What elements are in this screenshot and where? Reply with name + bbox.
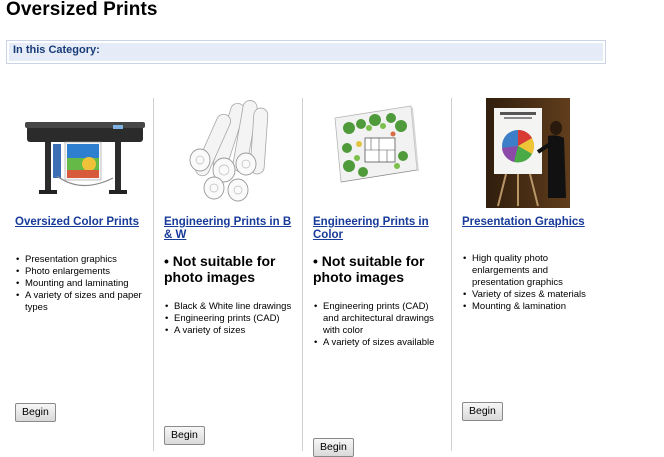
product-link-oversized-color[interactable]: Oversized Color Prints xyxy=(15,216,145,229)
feature-list: Presentation graphics Photo enlargements… xyxy=(15,254,145,314)
feature-item: A variety of sizes xyxy=(164,325,294,337)
product-link-engineering-bw[interactable]: Engineering Prints in B & W xyxy=(164,216,294,242)
not-suitable-warning: • Not suitable for photo images xyxy=(164,253,276,285)
category-label: In this Category: xyxy=(13,44,100,56)
begin-button[interactable]: Begin xyxy=(313,438,354,457)
large-format-printer-icon xyxy=(25,122,145,194)
feature-item: Variety of sizes & materials xyxy=(462,289,592,301)
feature-item: Black & White line drawings xyxy=(164,301,294,313)
page-title: Oversized Prints xyxy=(6,0,158,20)
feature-item: Presentation graphics xyxy=(15,254,145,266)
not-suitable-warning: • Not suitable for photo images xyxy=(313,253,425,285)
category-box: In this Category: xyxy=(6,40,606,64)
product-link-engineering-color[interactable]: Engineering Prints in Color xyxy=(313,216,443,242)
feature-list: Black & White line drawings Engineering … xyxy=(164,301,294,337)
feature-item: A variety of sizes available xyxy=(313,337,443,349)
feature-item: Photo enlargements xyxy=(15,266,145,278)
feature-item: High quality photo enlargements and pres… xyxy=(462,253,592,289)
presentation-easel-icon xyxy=(486,98,570,208)
feature-list: Engineering prints (CAD) and architectur… xyxy=(313,301,443,349)
feature-list: High quality photo enlargements and pres… xyxy=(462,253,592,313)
feature-item: Engineering prints (CAD) and architectur… xyxy=(313,301,443,337)
product-link-presentation-graphics[interactable]: Presentation Graphics xyxy=(462,216,592,229)
feature-item: Engineering prints (CAD) xyxy=(164,313,294,325)
rolled-blueprints-icon xyxy=(189,100,269,202)
begin-button[interactable]: Begin xyxy=(15,403,56,422)
feature-item: Mounting and laminating xyxy=(15,278,145,290)
begin-button[interactable]: Begin xyxy=(462,402,503,421)
feature-item: Mounting & lamination xyxy=(462,301,592,313)
begin-button[interactable]: Begin xyxy=(164,426,205,445)
feature-item: A variety of sizes and paper types xyxy=(15,290,145,314)
color-site-plan-icon xyxy=(334,105,419,183)
